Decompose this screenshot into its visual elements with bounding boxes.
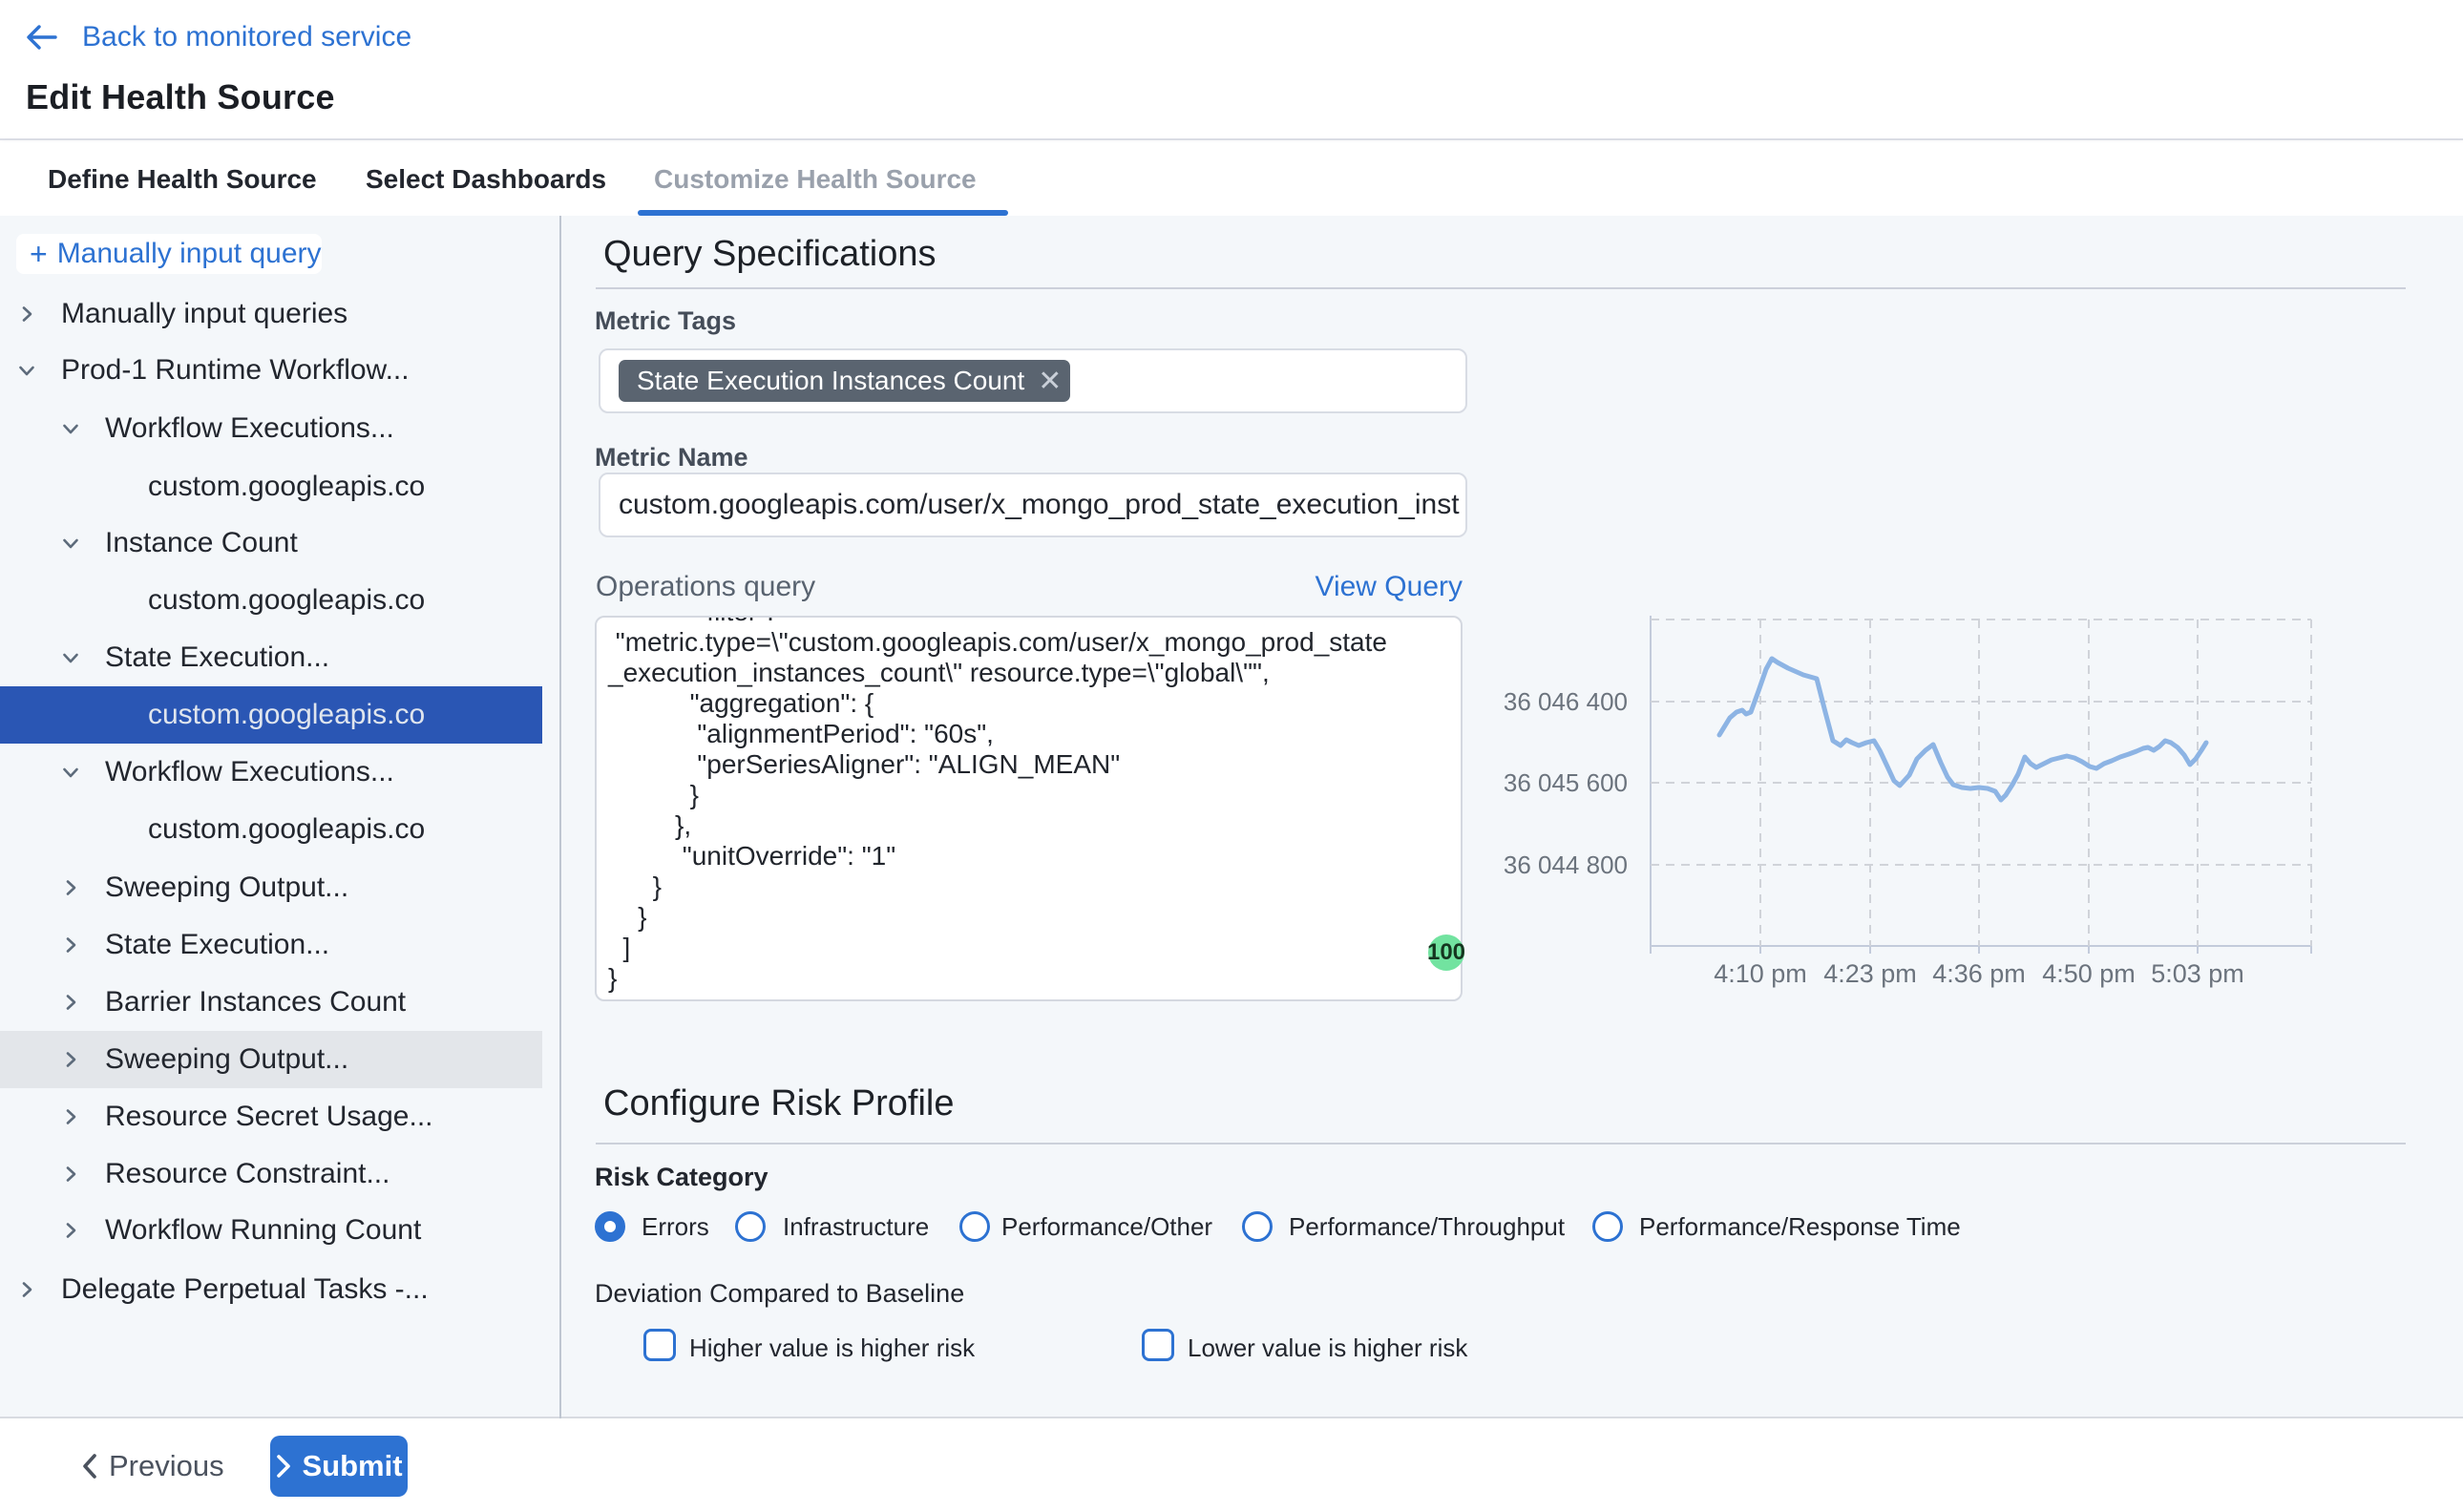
svg-text:36 045 600: 36 045 600	[1504, 768, 1628, 797]
svg-text:36 044 800: 36 044 800	[1504, 850, 1628, 879]
svg-text:4:23 pm: 4:23 pm	[1823, 959, 1917, 988]
svg-text:5:03 pm: 5:03 pm	[2151, 959, 2244, 988]
svg-text:4:50 pm: 4:50 pm	[2042, 959, 2136, 988]
svg-text:36 046 400: 36 046 400	[1504, 687, 1628, 716]
svg-text:4:36 pm: 4:36 pm	[1932, 959, 2026, 988]
svg-text:4:10 pm: 4:10 pm	[1714, 959, 1807, 988]
